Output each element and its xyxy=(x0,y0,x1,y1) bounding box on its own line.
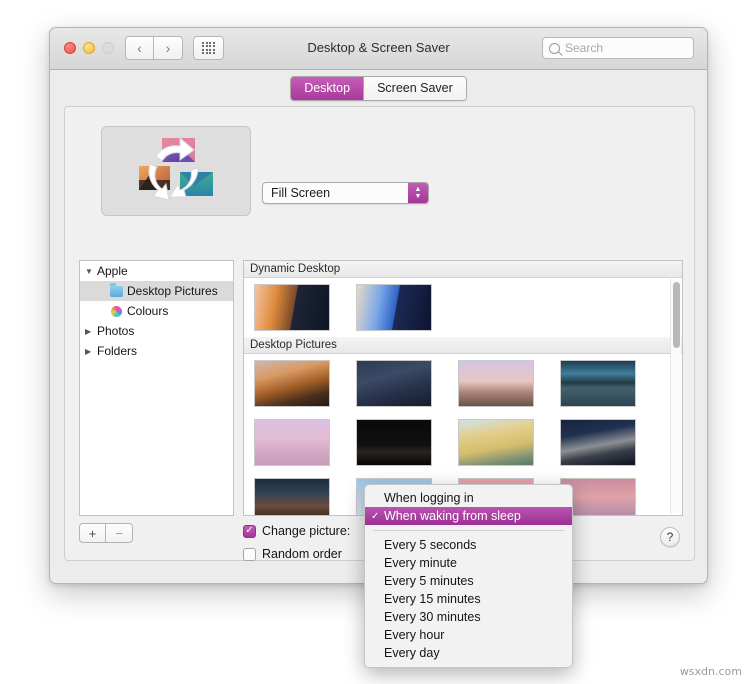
sidebar-item-photos[interactable]: ▶ Photos xyxy=(80,321,233,341)
tab-bar: Desktop Screen Saver xyxy=(50,70,707,102)
wallpaper-thumbnail[interactable] xyxy=(560,419,636,466)
group-header-dynamic-desktop: Dynamic Desktop xyxy=(244,261,682,278)
source-list[interactable]: ▼ Apple Desktop Pictures Colours ▶ Photo… xyxy=(79,260,234,516)
browser-scrollbar[interactable] xyxy=(670,279,681,514)
wallpaper-thumbnail[interactable] xyxy=(356,419,432,466)
disclosure-triangle-icon[interactable]: ▶ xyxy=(85,327,97,336)
menu-item[interactable]: Every 15 minutes xyxy=(365,590,572,608)
change-picture-checkbox[interactable]: ✓ xyxy=(243,524,256,538)
menu-item-label: Every minute xyxy=(384,556,457,570)
watermark: wsxdn.com xyxy=(679,665,742,678)
menu-item[interactable]: Every hour xyxy=(365,626,572,644)
desktop-preview[interactable] xyxy=(101,126,251,216)
change-picture-label: Change picture: xyxy=(262,524,351,538)
menu-item[interactable]: Every day xyxy=(365,644,572,662)
search-placeholder: Search xyxy=(565,41,604,55)
random-order-label: Random order xyxy=(262,547,342,561)
sidebar-item-label: Desktop Pictures xyxy=(127,284,218,298)
group-header-desktop-pictures: Desktop Pictures xyxy=(244,337,682,354)
change-picture-interval-menu[interactable]: When logging in ✓ When waking from sleep Ev… xyxy=(364,484,573,668)
wallpaper-thumbnail[interactable] xyxy=(254,478,330,515)
sidebar-item-label: Folders xyxy=(97,344,138,358)
menu-item-label: When waking from sleep xyxy=(384,509,521,523)
random-order-row[interactable]: Random order xyxy=(243,547,342,561)
thumbnail-grid-dynamic xyxy=(244,278,682,337)
sidebar-item-label: Apple xyxy=(97,264,128,278)
checkmark-icon: ✓ xyxy=(245,525,254,536)
folder-icon xyxy=(110,283,123,297)
add-folder-button[interactable]: + xyxy=(79,523,106,543)
menu-item-label: Every hour xyxy=(384,628,445,642)
sidebar-item-label: Photos xyxy=(97,324,135,338)
sidebar-item-colours[interactable]: Colours xyxy=(80,301,233,321)
disclosure-triangle-icon[interactable]: ▶ xyxy=(85,347,97,356)
colour-wheel-icon xyxy=(111,305,122,317)
wallpaper-thumbnail[interactable] xyxy=(356,284,432,331)
wallpaper-thumbnail[interactable] xyxy=(254,419,330,466)
menu-item-label: Every 15 minutes xyxy=(384,592,481,606)
wallpaper-thumbnail[interactable] xyxy=(254,284,330,331)
tab-screen-saver[interactable]: Screen Saver xyxy=(363,77,466,100)
search-icon xyxy=(549,42,560,54)
menu-item-label: Every day xyxy=(384,646,440,660)
wallpaper-thumbnail[interactable] xyxy=(458,360,534,407)
window-titlebar: ‹ › Desktop & Screen Saver Search xyxy=(50,28,707,70)
menu-item[interactable]: When logging in xyxy=(365,489,572,507)
tab-desktop[interactable]: Desktop xyxy=(291,77,364,100)
chevron-updown-icon: ▲ ▼ xyxy=(408,183,428,203)
sidebar-item-desktop-pictures[interactable]: Desktop Pictures xyxy=(80,281,233,301)
change-picture-row[interactable]: ✓ Change picture: xyxy=(243,524,350,538)
menu-item[interactable]: Every 5 seconds xyxy=(365,536,572,554)
menu-item[interactable]: Every 30 minutes xyxy=(365,608,572,626)
menu-item[interactable]: Every 5 minutes xyxy=(365,572,572,590)
menu-item-label: Every 5 seconds xyxy=(384,538,477,552)
add-remove-group: + − xyxy=(79,523,133,543)
sidebar-item-folders[interactable]: ▶ Folders xyxy=(80,341,233,361)
desktop-pictures-rotate-icon xyxy=(139,136,213,201)
search-input[interactable]: Search xyxy=(542,37,694,59)
sidebar-item-label: Colours xyxy=(127,304,169,318)
disclosure-triangle-icon[interactable]: ▼ xyxy=(85,267,97,276)
checkmark-icon: ✓ xyxy=(371,510,380,522)
tab-group: Desktop Screen Saver xyxy=(290,76,467,101)
menu-item[interactable]: ✓ When waking from sleep xyxy=(365,507,572,525)
wallpaper-thumbnail[interactable] xyxy=(458,419,534,466)
scrollbar-thumb[interactable] xyxy=(673,282,680,348)
remove-folder-button[interactable]: − xyxy=(106,523,133,543)
wallpaper-thumbnail[interactable] xyxy=(254,360,330,407)
wallpaper-thumbnail[interactable] xyxy=(356,360,432,407)
random-order-checkbox[interactable] xyxy=(243,547,256,561)
picture-browser[interactable]: Dynamic Desktop Desktop Pictures xyxy=(243,260,683,516)
menu-item-label: Every 30 minutes xyxy=(384,610,481,624)
wallpaper-thumbnail[interactable] xyxy=(560,360,636,407)
scaling-popup-button[interactable]: Fill Screen ▲ ▼ xyxy=(262,182,429,204)
menu-separator xyxy=(373,530,564,531)
menu-item-label: When logging in xyxy=(384,491,474,505)
menu-item[interactable]: Every minute xyxy=(365,554,572,572)
scaling-popup-value: Fill Screen xyxy=(271,186,331,200)
menu-item-label: Every 5 minutes xyxy=(384,574,474,588)
help-button[interactable]: ? xyxy=(660,527,680,547)
sidebar-item-apple[interactable]: ▼ Apple xyxy=(80,261,233,281)
